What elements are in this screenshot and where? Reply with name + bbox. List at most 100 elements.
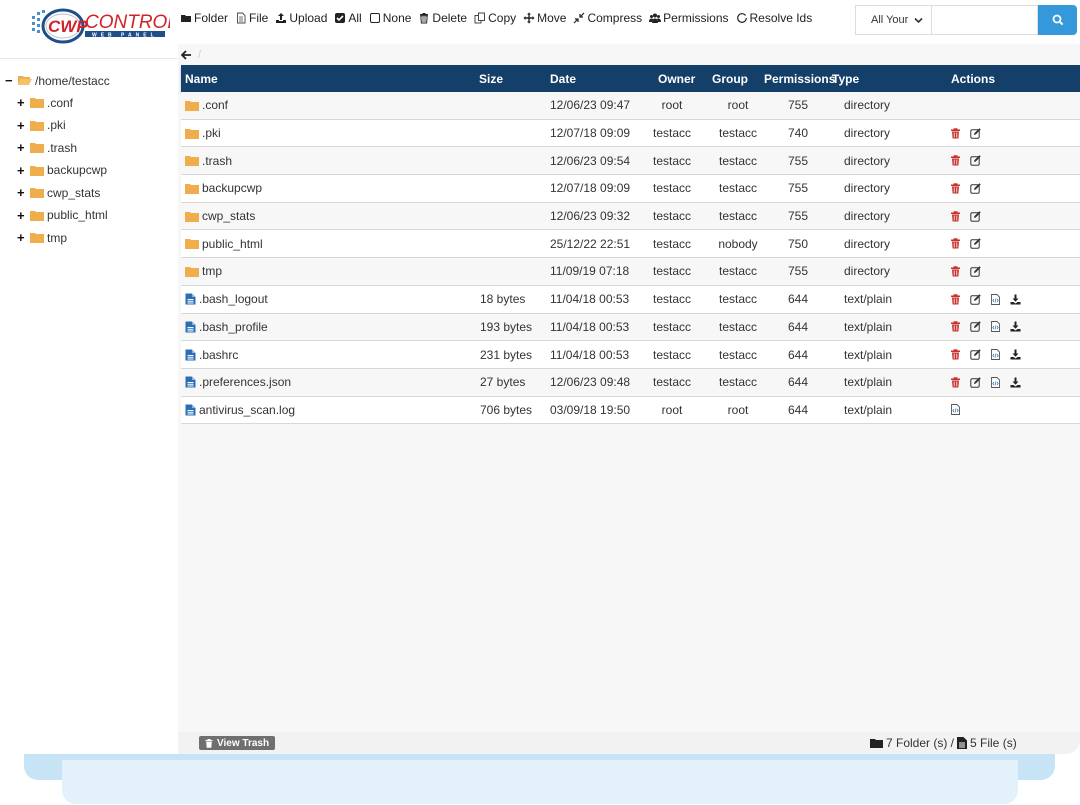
- delete-icon[interactable]: [950, 127, 961, 139]
- code-file-icon[interactable]: [990, 321, 1001, 333]
- expand-icon[interactable]: +: [17, 163, 27, 178]
- delete-icon[interactable]: [950, 321, 961, 332]
- col-permissions-header[interactable]: Permissions: [764, 72, 835, 86]
- col-type-header[interactable]: Type: [832, 72, 933, 86]
- new-file-button[interactable]: File: [235, 11, 268, 25]
- tree-item[interactable]: + backupcwp: [17, 163, 107, 178]
- table-row[interactable]: .bashrc 231 bytes 11/04/18 00:53 testacc tes…: [181, 341, 1080, 369]
- file-name-cell[interactable]: .bash_profile: [181, 320, 479, 334]
- file-name[interactable]: .preferences.json: [199, 375, 291, 389]
- download-icon[interactable]: [1010, 349, 1021, 360]
- expand-icon[interactable]: +: [17, 208, 27, 223]
- tree-item[interactable]: + .conf: [17, 95, 73, 110]
- col-date-header[interactable]: Date: [550, 72, 632, 86]
- file-name-cell[interactable]: .bashrc: [181, 348, 479, 362]
- file-permissions[interactable]: 644: [764, 375, 832, 389]
- file-permissions[interactable]: 755: [764, 181, 832, 195]
- expand-icon[interactable]: +: [17, 140, 27, 155]
- file-name[interactable]: .conf: [202, 98, 228, 112]
- search-button[interactable]: [1038, 5, 1077, 35]
- expand-icon[interactable]: +: [17, 118, 27, 133]
- file-permissions[interactable]: 644: [764, 292, 832, 306]
- expand-icon[interactable]: +: [17, 95, 27, 110]
- code-file-icon[interactable]: [950, 404, 961, 416]
- delete-icon[interactable]: [950, 293, 961, 305]
- view-trash-button[interactable]: View Trash: [199, 736, 276, 750]
- file-name-cell[interactable]: .pki: [181, 126, 479, 140]
- file-name-cell[interactable]: .preferences.json: [181, 375, 479, 389]
- file-name[interactable]: .bash_logout: [199, 292, 268, 306]
- upload-button[interactable]: Upload: [275, 11, 327, 25]
- back-arrow-icon[interactable]: [181, 50, 192, 60]
- file-name[interactable]: .bash_profile: [199, 320, 268, 334]
- delete-icon[interactable]: [950, 155, 961, 166]
- edit-icon[interactable]: [970, 377, 981, 388]
- col-owner-header[interactable]: Owner: [632, 72, 712, 86]
- file-name-cell[interactable]: tmp: [181, 264, 479, 278]
- edit-icon[interactable]: [970, 155, 981, 166]
- file-permissions[interactable]: 644: [764, 320, 832, 334]
- copy-button[interactable]: Copy: [474, 11, 516, 25]
- file-permissions[interactable]: 740: [764, 126, 832, 140]
- expand-icon[interactable]: +: [17, 230, 27, 245]
- delete-icon[interactable]: [950, 266, 961, 277]
- table-row[interactable]: .bash_logout 18 bytes 11/04/18 00:53 testac…: [181, 285, 1080, 314]
- table-row[interactable]: public_html 25/12/22 22:51 testacc nobody 75…: [181, 230, 1080, 259]
- file-permissions[interactable]: 755: [764, 154, 832, 168]
- delete-icon[interactable]: [950, 238, 961, 249]
- resolve-ids-button[interactable]: Resolve Ids: [736, 11, 812, 25]
- file-name[interactable]: .pki: [202, 126, 221, 140]
- download-icon[interactable]: [1010, 321, 1021, 332]
- table-row[interactable]: antivirus_scan.log 706 bytes 03/09/18 19:5…: [181, 396, 1080, 425]
- tree-item[interactable]: + public_html: [17, 208, 108, 223]
- compress-button[interactable]: Compress: [573, 11, 642, 25]
- delete-icon[interactable]: [950, 377, 961, 388]
- file-name-cell[interactable]: cwp_stats: [181, 209, 479, 223]
- table-row[interactable]: .conf 12/06/23 09:47 root root 755 directory: [181, 92, 1080, 120]
- code-file-icon[interactable]: [990, 293, 1001, 305]
- permissions-button[interactable]: Permissions: [649, 11, 729, 25]
- delete-icon[interactable]: [950, 349, 961, 360]
- select-none-button[interactable]: None: [369, 11, 411, 25]
- select-all-button[interactable]: All: [334, 11, 362, 25]
- file-permissions[interactable]: 644: [764, 403, 832, 417]
- edit-icon[interactable]: [970, 321, 981, 333]
- col-name-header[interactable]: Name: [181, 72, 479, 86]
- file-name[interactable]: antivirus_scan.log: [199, 403, 295, 417]
- file-name[interactable]: tmp: [202, 264, 222, 278]
- file-permissions[interactable]: 644: [764, 348, 832, 362]
- col-size-header[interactable]: Size: [479, 72, 550, 86]
- file-name[interactable]: .bashrc: [199, 348, 238, 362]
- code-file-icon[interactable]: [990, 376, 1001, 388]
- table-row[interactable]: .preferences.json 27 bytes 12/06/23 09:48 t…: [181, 368, 1080, 397]
- move-button[interactable]: Move: [523, 11, 566, 25]
- table-row[interactable]: .trash 12/06/23 09:54 testacc testacc 755 dir…: [181, 147, 1080, 176]
- file-name[interactable]: .trash: [202, 154, 232, 168]
- file-permissions[interactable]: 755: [764, 98, 832, 112]
- file-name[interactable]: public_html: [202, 237, 263, 251]
- new-folder-button[interactable]: Folder: [180, 11, 228, 25]
- collapse-icon[interactable]: −: [5, 73, 15, 88]
- download-icon[interactable]: [1010, 294, 1021, 305]
- search-scope-select[interactable]: All Your: [855, 5, 932, 35]
- table-row[interactable]: .pki 12/07/18 09:09 testacc testacc 740 direc…: [181, 119, 1080, 148]
- table-row[interactable]: tmp 11/09/19 07:18 testacc testacc 755 direct…: [181, 258, 1080, 286]
- table-row[interactable]: cwp_stats 12/06/23 09:32 testacc testacc 755…: [181, 202, 1080, 231]
- file-permissions[interactable]: 755: [764, 264, 832, 278]
- edit-icon[interactable]: [970, 183, 981, 194]
- file-name-cell[interactable]: .trash: [181, 154, 479, 168]
- file-permissions[interactable]: 755: [764, 209, 832, 223]
- edit-icon[interactable]: [970, 293, 981, 305]
- delete-icon[interactable]: [950, 210, 961, 222]
- tree-root[interactable]: − /home/testacc: [5, 73, 110, 88]
- file-name-cell[interactable]: backupcwp: [181, 181, 479, 195]
- edit-icon[interactable]: [970, 349, 981, 360]
- edit-icon[interactable]: [970, 238, 981, 249]
- col-group-header[interactable]: Group: [712, 72, 764, 86]
- expand-icon[interactable]: +: [17, 185, 27, 200]
- tree-item[interactable]: + .pki: [17, 118, 66, 133]
- download-icon[interactable]: [1010, 377, 1021, 388]
- table-row[interactable]: .bash_profile 193 bytes 11/04/18 00:53 test…: [181, 313, 1080, 342]
- edit-icon[interactable]: [970, 210, 981, 222]
- file-name[interactable]: cwp_stats: [202, 209, 255, 223]
